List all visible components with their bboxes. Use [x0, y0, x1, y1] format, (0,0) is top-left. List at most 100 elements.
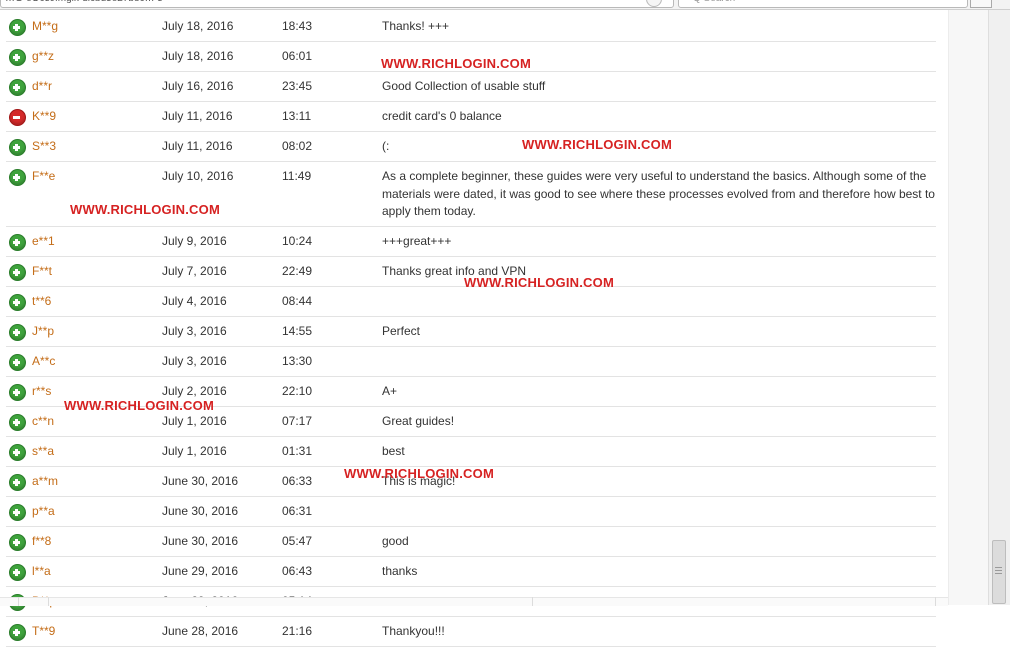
watermark: WWW.RICHLOGIN.COM: [381, 56, 531, 71]
watermark: WWW.RICHLOGIN.COM: [344, 466, 494, 481]
rating-cell: [6, 41, 32, 72]
browser-toolbar: …G-eOc5Jfmglk-dlcbd5e27b8c… 5 Q Search: [0, 0, 1010, 10]
time-cell: 07:17: [282, 406, 382, 437]
rating-cell: [6, 496, 32, 527]
username[interactable]: s**a: [32, 444, 54, 458]
username[interactable]: d**r: [32, 79, 52, 93]
plus-circle-icon: [9, 323, 26, 341]
plus-circle-icon: [9, 473, 26, 491]
date-cell: June 30, 2016: [162, 496, 282, 527]
username[interactable]: F**t: [32, 264, 52, 278]
table-row: M**g July 18, 2016 18:43 Thanks! +++: [6, 12, 936, 42]
rating-cell: [6, 526, 32, 557]
user-cell: S**3: [32, 131, 162, 162]
rating-cell: [6, 101, 32, 132]
plus-circle-icon: [9, 443, 26, 461]
username[interactable]: p**a: [32, 504, 55, 518]
date-cell: July 1, 2016: [162, 436, 282, 467]
comment-cell: [382, 286, 936, 317]
user-cell: f**8: [32, 526, 162, 557]
watermark: WWW.RICHLOGIN.COM: [522, 137, 672, 152]
address-bar[interactable]: …G-eOc5Jfmglk-dlcbd5e27b8c… 5: [0, 0, 674, 8]
time-cell: 23:45: [282, 71, 382, 102]
username[interactable]: e**1: [32, 234, 55, 248]
rating-cell: [6, 226, 32, 257]
table-row: s**a July 1, 2016 01:31 best: [6, 436, 936, 467]
username[interactable]: l**a: [32, 564, 51, 578]
username[interactable]: A**c: [32, 354, 55, 368]
username[interactable]: t**6: [32, 294, 51, 308]
rating-cell: [6, 616, 32, 647]
rating-cell: [6, 376, 32, 407]
time-cell: 08:02: [282, 131, 382, 162]
date-cell: July 3, 2016: [162, 316, 282, 347]
date-cell: July 3, 2016: [162, 346, 282, 377]
time-cell: 10:24: [282, 226, 382, 257]
username[interactable]: r**s: [32, 384, 51, 398]
user-cell: F**t: [32, 256, 162, 287]
username[interactable]: M**g: [32, 19, 58, 33]
rating-cell: [6, 161, 32, 227]
username[interactable]: K**9: [32, 109, 56, 123]
scrollbar-thumb[interactable]: [992, 540, 1006, 604]
rating-cell: [6, 466, 32, 497]
plus-circle-icon: [9, 383, 26, 401]
table-row: e**1 July 9, 2016 10:24 +++great+++: [6, 226, 936, 257]
user-cell: K**9: [32, 101, 162, 132]
rating-cell: [6, 346, 32, 377]
user-cell: e**1: [32, 226, 162, 257]
username[interactable]: c**n: [32, 414, 54, 428]
time-cell: 22:49: [282, 256, 382, 287]
comment-cell: +++great+++: [382, 226, 936, 257]
time-cell: 06:31: [282, 496, 382, 527]
time-cell: 05:47: [282, 526, 382, 557]
plus-circle-icon: [9, 263, 26, 281]
thumb-grip: [995, 570, 1002, 571]
plus-circle-icon: [9, 563, 26, 581]
time-cell: 22:10: [282, 376, 382, 407]
date-cell: July 7, 2016: [162, 256, 282, 287]
user-cell: M**g: [32, 12, 162, 42]
table-row: A**c July 3, 2016 13:30: [6, 346, 936, 377]
time-cell: 06:43: [282, 556, 382, 587]
rating-cell: [6, 316, 32, 347]
scrollbar[interactable]: [988, 10, 1010, 605]
comment-cell: credit card's 0 balance: [382, 101, 936, 132]
plus-circle-icon: [9, 49, 26, 66]
search-input[interactable]: Q Search: [678, 0, 968, 8]
username[interactable]: S**3: [32, 139, 56, 153]
comment-cell: Perfect: [382, 316, 936, 347]
comment-cell: Thanks! +++: [382, 12, 936, 42]
time-cell: 18:43: [282, 12, 382, 42]
thumb-grip: [995, 567, 1002, 568]
comment-cell: thanks: [382, 556, 936, 587]
comment-cell: Great guides!: [382, 406, 936, 437]
user-cell: t**6: [32, 286, 162, 317]
username[interactable]: a**m: [32, 474, 58, 488]
rating-cell: [6, 286, 32, 317]
date-cell: June 30, 2016: [162, 466, 282, 497]
feedback-table: M**g July 18, 2016 18:43 Thanks! +++ g**z Jul…: [6, 12, 936, 647]
username[interactable]: g**z: [32, 49, 54, 63]
username[interactable]: J**p: [32, 324, 54, 338]
date-cell: July 18, 2016: [162, 12, 282, 42]
menu-icon[interactable]: [970, 0, 992, 8]
comment-cell: Good Collection of usable stuff: [382, 71, 936, 102]
username[interactable]: T**9: [32, 624, 55, 638]
comment-cell: [382, 346, 936, 377]
plus-circle-icon: [9, 79, 26, 96]
plus-circle-icon: [9, 169, 26, 186]
watermark: WWW.RICHLOGIN.COM: [464, 275, 614, 290]
user-cell: a**m: [32, 466, 162, 497]
plus-circle-icon: [9, 293, 26, 311]
plus-circle-icon: [9, 623, 26, 641]
time-cell: 06:01: [282, 41, 382, 72]
plus-circle-icon: [9, 353, 26, 371]
user-cell: l**a: [32, 556, 162, 587]
time-cell: 14:55: [282, 316, 382, 347]
date-cell: June 28, 2016: [162, 616, 282, 647]
plus-circle-icon: [9, 413, 26, 431]
user-cell: T**9: [32, 616, 162, 647]
username[interactable]: F**e: [32, 169, 55, 183]
username[interactable]: f**8: [32, 534, 51, 548]
